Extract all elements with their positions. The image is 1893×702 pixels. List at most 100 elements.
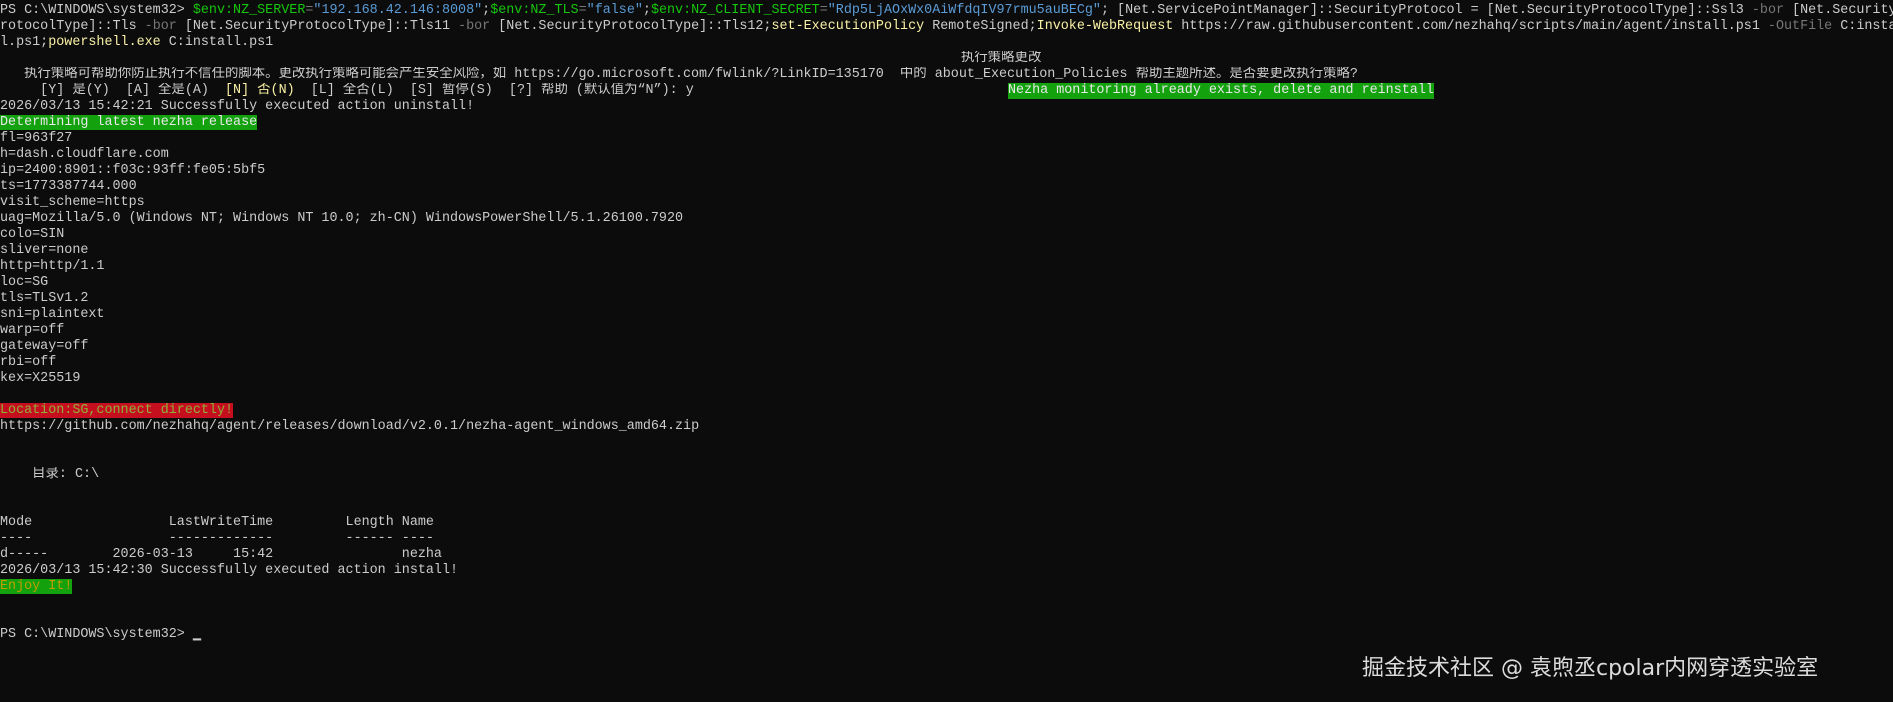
powershell-terminal-output[interactable]: PS C:\WINDOWS\system32> $env:NZ_SERVER="… [0,3,1893,643]
terminal-text: kex=X25519 [0,371,81,386]
terminal-text: powershell.exe [48,35,161,50]
terminal-text: uag=Mozilla/5.0 (Windows NT; Windows NT … [0,211,684,226]
terminal-line: colo=SIN [0,227,1893,243]
terminal-line: 目录: C:\ [0,467,1893,483]
terminal-text: sliver=none [0,243,89,258]
terminal-line: kex=X25519 [0,371,1893,387]
terminal-text: 目录: C:\ [0,467,100,482]
terminal-text: 执行策略更改 [961,51,1042,66]
terminal-text: ; [482,3,491,18]
terminal-text: [Net.SecurityProtocolType]::Tls12; [490,19,772,34]
terminal-text: Invoke-WebRequest [1036,19,1174,34]
terminal-line: PS C:\WINDOWS\system32> ▁ [0,627,1893,643]
terminal-text: Enjoy It! [0,579,73,594]
terminal-text: Determining latest nezha release [0,115,258,130]
terminal-text: h=dash.cloudflare.com [0,147,169,162]
terminal-line: [Y] 是(Y) [A] 全是(A) [N] 否(N) [L] 全否(L) [S… [0,83,1893,99]
terminal-line: https://github.com/nezhahq/agent/release… [0,419,1893,435]
terminal-text: $env:NZ_CLIENT_SECRET [650,3,820,18]
terminal-text: "192.168.42.146:8008" [313,3,483,18]
terminal-line: Mode LastWriteTime Length Name [0,515,1893,531]
terminal-text: sni=plaintext [0,307,105,322]
terminal-line: ts=1773387744.000 [0,179,1893,195]
terminal-text: $env:NZ_TLS [490,3,579,18]
terminal-text: 2026/03/13 15:42:21 Successfully execute… [0,99,475,114]
terminal-text: [Net.SecurityProtocolType]::Tls11 [176,19,459,34]
terminal-text: -OutFile [1767,19,1833,34]
terminal-text: 执行策略可帮助你防止执行不信任的脚本。更改执行策略可能会产生安全风险，如 htt… [0,67,1358,82]
terminal-line: 2026/03/13 15:42:21 Successfully execute… [0,99,1893,115]
terminal-line: rotocolType]::Tls -bor [Net.SecurityProt… [0,19,1893,35]
terminal-text: https://github.com/nezhahq/agent/release… [0,419,700,434]
terminal-line: uag=Mozilla/5.0 (Windows NT; Windows NT … [0,211,1893,227]
terminal-text: [Net.SecurityP [1784,3,1893,18]
terminal-line: l.ps1;powershell.exe C:install.ps1 [0,35,1893,51]
terminal-line: Determining latest nezha release [0,115,1893,131]
terminal-text: ; [642,3,651,18]
terminal-line: sliver=none [0,243,1893,259]
terminal-text: PS C:\WINDOWS\system32> [0,3,193,18]
terminal-line: 2026/03/13 15:42:30 Successfully execute… [0,563,1893,579]
terminal-text: Location:SG,connect directly! [0,403,234,418]
terminal-text: -bor [144,19,177,34]
terminal-line: PS C:\WINDOWS\system32> $env:NZ_SERVER="… [0,3,1893,19]
terminal-line: visit_scheme=https [0,195,1893,211]
terminal-text: "Rdp5LjAOxWx0AiWfdqIV97rmu5auBECg" [827,3,1101,18]
terminal-text: fl=963f27 [0,131,73,146]
terminal-text: C:instal [1840,19,1893,34]
terminal-text: -bor [1751,3,1785,18]
terminal-line: 执行策略可帮助你防止执行不信任的脚本。更改执行策略可能会产生安全风险，如 htt… [0,67,1893,83]
terminal-line: http=http/1.1 [0,259,1893,275]
cursor: ▁ [192,627,201,642]
terminal-line: loc=SG [0,275,1893,291]
terminal-text: d----- 2026-03-13 15:42 nezha [0,547,442,562]
terminal-text: ---- ------------- ------ ---- [0,531,434,546]
terminal-line: d----- 2026-03-13 15:42 nezha [0,547,1893,563]
terminal-text: [L] 全否(L) [S] 暂停(S) [?] 帮助 (默认值为“N”): y [294,83,694,98]
terminal-text: = [578,3,587,18]
terminal-text: rotocolType]::Tls [0,19,145,34]
terminal-line: Enjoy It! [0,579,1893,595]
terminal-line: 执行策略更改 [0,51,1893,67]
terminal-text: l.ps1; [0,35,49,50]
terminal-text: Mode LastWriteTime Length Name [0,515,434,530]
terminal-text: "false" [586,3,643,18]
terminal-line: tls=TLSv1.2 [0,291,1893,307]
terminal-text: ; [Net.ServicePointManager]::SecurityPro… [1100,3,1752,18]
terminal-text: colo=SIN [0,227,65,242]
terminal-text: PS C:\WINDOWS\system32> [0,627,193,642]
terminal-line: fl=963f27 [0,131,1893,147]
terminal-text: loc=SG [0,275,49,290]
terminal-text: [Y] 是(Y) [A] 全是(A) [0,83,225,98]
terminal-line: gateway=off [0,339,1893,355]
terminal-line: sni=plaintext [0,307,1893,323]
terminal-line: warp=off [0,323,1893,339]
terminal-text: C:install.ps1 [160,35,274,50]
terminal-line: ip=2400:8901::f03c:93ff:fe05:5bf5 [0,163,1893,179]
terminal-text: visit_scheme=https [0,195,145,210]
terminal-text: [N] 否(N) [225,83,295,98]
terminal-text: -bor [458,19,491,34]
terminal-text: Nezha monitoring already exists, delete … [1008,83,1434,99]
terminal-text: $env:NZ_SERVER [192,3,306,18]
terminal-line: Location:SG,connect directly! [0,403,1893,419]
terminal-text: https://raw.githubusercontent.com/nezhah… [1173,19,1768,34]
terminal-text: rbi=off [0,355,57,370]
terminal-line: rbi=off [0,355,1893,371]
terminal-text: RemoteSigned; [924,19,1037,34]
terminal-line: ---- ------------- ------ ---- [0,531,1893,547]
terminal-text: warp=off [0,323,65,338]
terminal-text: http=http/1.1 [0,259,105,274]
terminal-text: 2026/03/13 15:42:30 Successfully execute… [0,563,459,578]
terminal-line: h=dash.cloudflare.com [0,147,1893,163]
terminal-text: set-ExecutionPolicy [771,19,925,34]
terminal-text: ip=2400:8901::f03c:93ff:fe05:5bf5 [0,163,266,178]
terminal-text: = [819,3,828,18]
